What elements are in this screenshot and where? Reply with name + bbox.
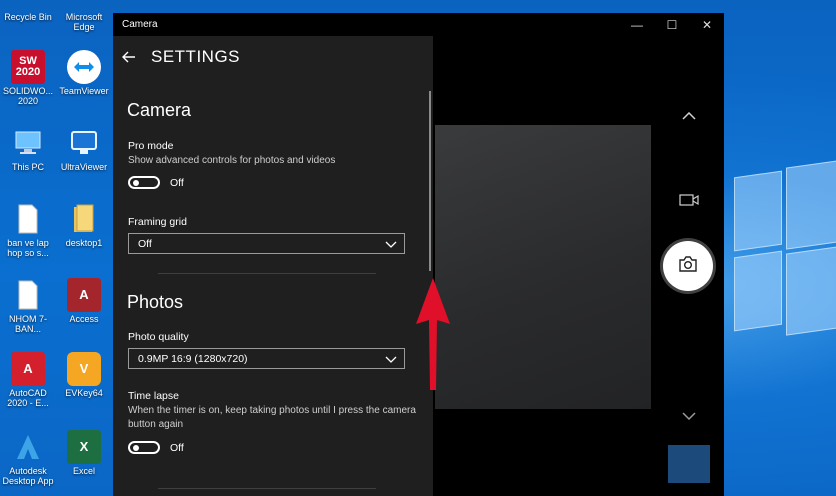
autodesk-icon bbox=[11, 430, 45, 464]
folder-icon bbox=[67, 202, 101, 236]
photo-quality-label: Photo quality bbox=[128, 331, 189, 343]
framing-grid-dropdown[interactable]: Off bbox=[128, 233, 405, 254]
desktop-icon-label: Access bbox=[69, 314, 99, 324]
section-divider bbox=[158, 488, 376, 489]
time-lapse-toggle[interactable] bbox=[128, 441, 160, 454]
desktop-icon-autodesk[interactable]: Autodesk Desktop App bbox=[0, 430, 56, 486]
desktop-icon-autocad[interactable]: A AutoCAD 2020 - E... bbox=[0, 352, 56, 408]
settings-title: SETTINGS bbox=[151, 47, 241, 66]
take-photo-button[interactable] bbox=[663, 241, 713, 291]
desktop-icon-label: Excel bbox=[72, 466, 95, 476]
camera-window: Camera — ☐ ✕ SETTINGS Camera Pro mode Sh… bbox=[113, 13, 724, 496]
edge-icon bbox=[67, 0, 101, 10]
document-icon bbox=[11, 202, 45, 236]
framing-grid-value: Off bbox=[138, 238, 152, 250]
minimize-button[interactable]: — bbox=[620, 13, 654, 36]
pro-mode-toggle[interactable] bbox=[128, 176, 160, 189]
framing-grid-label: Framing grid bbox=[128, 216, 187, 228]
desktop-icon-doc-1[interactable]: ban ve lap hop so s... bbox=[0, 202, 56, 258]
document-icon bbox=[11, 278, 45, 312]
desktop-icon-label: TeamViewer bbox=[59, 86, 109, 96]
desktop-icon-label: Microsoft Edge bbox=[65, 12, 103, 32]
pro-mode-state: Off bbox=[170, 177, 184, 189]
desktop-icon-label: This PC bbox=[11, 162, 44, 172]
chevron-down-icon bbox=[384, 237, 398, 249]
access-icon: A bbox=[67, 278, 101, 312]
desktop-icon-ultraviewer[interactable]: UltraViewer bbox=[56, 126, 112, 172]
settings-panel: SETTINGS Camera Pro mode Show advanced c… bbox=[113, 36, 433, 496]
video-mode-icon[interactable] bbox=[678, 193, 700, 207]
settings-scrollbar[interactable] bbox=[429, 91, 431, 271]
desktop-icon-label: AutoCAD 2020 - E... bbox=[7, 388, 49, 408]
time-lapse-label: Time lapse bbox=[128, 390, 179, 402]
windows-logo-wallpaper bbox=[728, 158, 836, 398]
teamviewer-icon bbox=[67, 50, 101, 84]
desktop-icon-label: Recycle Bin bbox=[4, 12, 52, 22]
desktop-icon-label: ban ve lap hop so s... bbox=[7, 238, 49, 258]
window-title: Camera bbox=[122, 19, 158, 30]
desktop-icon-label: EVKey64 bbox=[65, 388, 103, 398]
desktop-icon-label: NHOM 7-BAN... bbox=[9, 314, 47, 334]
desktop-icon-label: Autodesk Desktop App bbox=[2, 466, 54, 486]
chevron-down-icon[interactable] bbox=[679, 409, 699, 423]
desktop-icon-label: SOLIDWO... 2020 bbox=[2, 86, 53, 106]
red-arrow-annotation bbox=[414, 276, 452, 392]
desktop-icon-teamviewer[interactable]: TeamViewer bbox=[56, 50, 112, 96]
pro-mode-label: Pro mode bbox=[128, 140, 174, 152]
desktop-icon-folder[interactable]: desktop1 bbox=[56, 202, 112, 248]
maximize-button[interactable]: ☐ bbox=[655, 13, 689, 36]
camera-preview bbox=[435, 125, 651, 409]
chevron-down-icon bbox=[384, 352, 398, 364]
desktop-icon-evkey[interactable]: V EVKey64 bbox=[56, 352, 112, 398]
chevron-up-icon[interactable] bbox=[679, 109, 699, 123]
photo-quality-value: 0.9MP 16:9 (1280x720) bbox=[138, 353, 248, 365]
time-lapse-state: Off bbox=[170, 442, 184, 454]
desktop-icon-solidworks[interactable]: SW 2020 SOLIDWO... 2020 bbox=[0, 50, 56, 106]
desktop-icon-doc-2[interactable]: NHOM 7-BAN... bbox=[0, 278, 56, 334]
recycle-bin-icon bbox=[11, 0, 45, 10]
back-button[interactable] bbox=[113, 42, 145, 72]
desktop-icon-edge[interactable]: Microsoft Edge bbox=[56, 0, 112, 32]
desktop-icon-excel[interactable]: X Excel bbox=[56, 430, 112, 476]
last-photo-thumbnail[interactable] bbox=[668, 445, 710, 483]
excel-icon: X bbox=[67, 430, 101, 464]
desktop-icon-label: UltraViewer bbox=[60, 162, 108, 172]
evkey-icon: V bbox=[67, 352, 101, 386]
close-button[interactable]: ✕ bbox=[690, 13, 724, 36]
desktop-icon-access[interactable]: A Access bbox=[56, 278, 112, 324]
this-pc-icon bbox=[11, 126, 45, 160]
section-divider bbox=[158, 273, 376, 274]
title-bar[interactable]: Camera — ☐ ✕ bbox=[113, 13, 724, 36]
section-title-camera: Camera bbox=[127, 100, 192, 120]
desktop-icon-label: desktop1 bbox=[65, 238, 103, 248]
time-lapse-description: When the timer is on, keep taking photos… bbox=[128, 405, 416, 430]
camera-icon bbox=[678, 255, 698, 277]
section-title-photos: Photos bbox=[127, 292, 184, 312]
solidworks-icon: SW 2020 bbox=[11, 50, 45, 84]
back-arrow-icon bbox=[122, 51, 135, 63]
ultraviewer-icon bbox=[67, 126, 101, 160]
desktop-icon-recycle-bin[interactable]: Recycle Bin bbox=[0, 0, 56, 22]
pro-mode-description: Show advanced controls for photos and vi… bbox=[128, 155, 336, 166]
autocad-icon: A bbox=[11, 352, 45, 386]
desktop-icon-this-pc[interactable]: This PC bbox=[0, 126, 56, 172]
photo-quality-dropdown[interactable]: 0.9MP 16:9 (1280x720) bbox=[128, 348, 405, 369]
